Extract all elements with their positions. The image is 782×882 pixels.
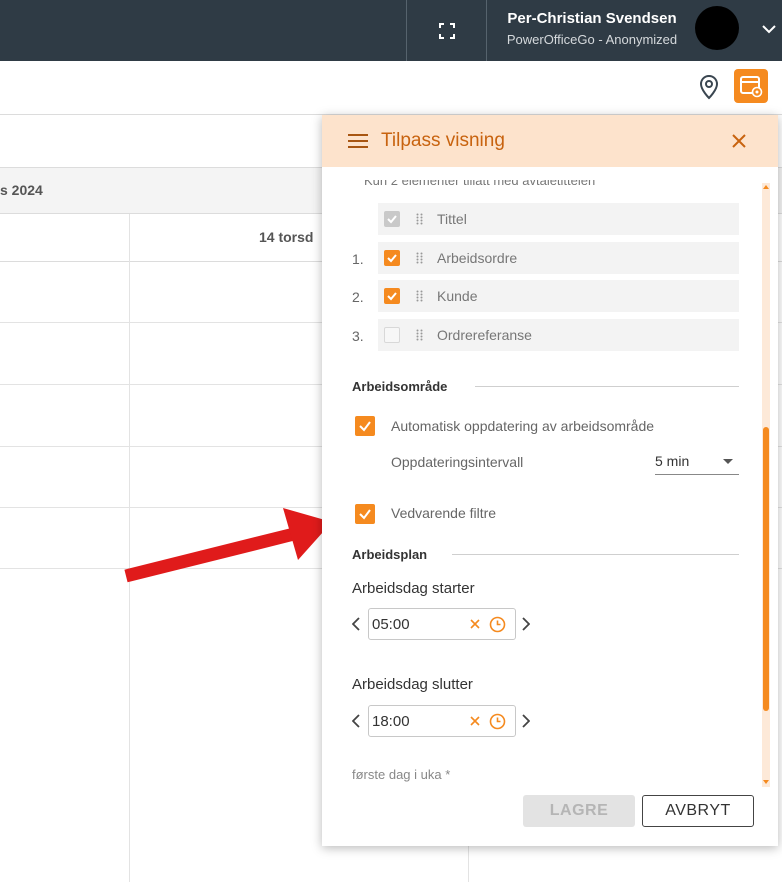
auto-update-checkbox[interactable]	[355, 416, 375, 436]
workday-start-picker: 05:00	[352, 608, 532, 640]
cancel-button[interactable]: AVBRYT	[642, 795, 754, 827]
drag-handle-icon[interactable]	[416, 252, 424, 264]
scrollbar-thumb[interactable]	[763, 427, 769, 711]
workday-start-value: 05:00	[372, 616, 410, 633]
toolbar	[0, 61, 782, 115]
chevron-left-icon[interactable]	[352, 714, 360, 728]
workday-end-input[interactable]: 18:00	[368, 705, 516, 737]
chevron-down-icon[interactable]	[760, 20, 778, 38]
drag-handle-icon[interactable]	[416, 290, 424, 302]
drag-handle-icon[interactable]	[416, 329, 424, 341]
avatar[interactable]	[695, 6, 739, 50]
clock-icon[interactable]	[489, 616, 506, 633]
field-row-title[interactable]: Tittel	[378, 203, 739, 235]
scroll-down-icon[interactable]	[763, 780, 769, 784]
user-name: Per-Christian Svendsen	[507, 10, 677, 27]
field-row-customer[interactable]: Kunde	[378, 280, 739, 312]
field-label: Kunde	[437, 288, 478, 304]
update-interval-value: 5 min	[655, 453, 690, 469]
field-row-work-order[interactable]: Arbeidsordre	[378, 242, 739, 274]
first-day-of-week-label: første dag i uka *	[352, 767, 451, 782]
user-info[interactable]: Per-Christian Svendsen PowerOfficeGo - A…	[487, 0, 697, 61]
save-button[interactable]: LAGRE	[523, 795, 635, 827]
field-label: Ordrereferanse	[437, 327, 532, 343]
chevron-right-icon[interactable]	[522, 617, 530, 631]
chevron-left-icon[interactable]	[352, 617, 360, 631]
field-checkbox[interactable]	[384, 288, 400, 304]
calendar-week-label: s 2024	[0, 182, 43, 198]
chevron-right-icon[interactable]	[522, 714, 530, 728]
workday-end-picker: 18:00	[352, 705, 532, 737]
calendar-settings-button[interactable]	[734, 69, 768, 103]
section-divider	[452, 554, 739, 555]
panel-scrollbar[interactable]	[762, 183, 770, 787]
workday-end-value: 18:00	[372, 713, 410, 730]
scroll-up-icon[interactable]	[763, 185, 769, 189]
clear-icon[interactable]	[470, 716, 480, 726]
customize-view-panel: Tilpass visning Kun 2 elementer tillatt …	[322, 115, 778, 846]
field-order-number: 2.	[352, 289, 364, 305]
workday-start-input[interactable]: 05:00	[368, 608, 516, 640]
update-interval-select[interactable]: 5 min	[655, 447, 739, 475]
clock-icon[interactable]	[489, 713, 506, 730]
user-company: PowerOfficeGo - Anonymized	[506, 32, 678, 47]
menu-icon[interactable]	[348, 134, 368, 148]
field-label: Arbeidsordre	[437, 250, 518, 266]
field-order-number: 1.	[352, 251, 364, 267]
panel-title: Tilpass visning	[381, 130, 505, 151]
field-checkbox	[384, 211, 400, 227]
top-bar: Per-Christian Svendsen PowerOfficeGo - A…	[0, 0, 782, 61]
section-divider	[475, 386, 739, 387]
panel-header: Tilpass visning	[322, 115, 778, 167]
fullscreen-button[interactable]	[407, 0, 486, 61]
field-checkbox[interactable]	[384, 327, 400, 343]
scroll-mask	[322, 167, 762, 180]
map-pin-icon[interactable]	[698, 74, 720, 100]
section-title-work-area: Arbeidsområde	[352, 379, 448, 394]
drag-handle-icon[interactable]	[416, 213, 424, 225]
calendar-settings-icon	[740, 76, 763, 98]
update-interval-label: Oppdateringsintervall	[391, 454, 524, 470]
persistent-filters-label: Vedvarende filtre	[391, 505, 497, 521]
close-icon[interactable]	[730, 132, 748, 150]
field-order-number: 3.	[352, 328, 364, 344]
field-row-order-reference[interactable]: Ordrereferanse	[378, 319, 739, 351]
caret-down-icon	[723, 459, 733, 464]
workday-end-label: Arbeidsdag slutter	[352, 676, 473, 693]
clear-icon[interactable]	[470, 619, 480, 629]
field-checkbox[interactable]	[384, 250, 400, 266]
fullscreen-icon	[438, 22, 455, 39]
section-title-work-plan: Arbeidsplan	[352, 547, 428, 562]
auto-update-label: Automatisk oppdatering av arbeidsområde	[391, 418, 655, 434]
workday-start-label: Arbeidsdag starter	[352, 580, 475, 597]
field-label: Tittel	[437, 211, 467, 227]
persistent-filters-checkbox[interactable]	[355, 504, 375, 524]
calendar-day-label: 14 torsd	[259, 229, 314, 245]
annotation-arrow-icon	[124, 508, 332, 583]
